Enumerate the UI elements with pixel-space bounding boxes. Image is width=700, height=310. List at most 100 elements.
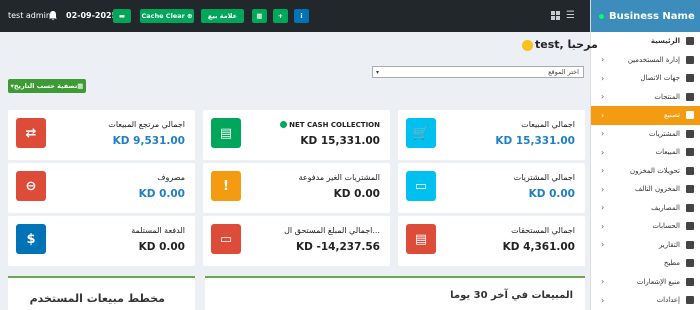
card-title-text: NET CASH COLLECTION	[289, 121, 380, 129]
envelope-icon	[686, 277, 694, 286]
date-display: 02-09-2025	[66, 11, 118, 20]
card-title: NET CASH COLLECTION	[279, 120, 380, 129]
sidebar-item-expenses[interactable]: › المصاريف	[591, 199, 700, 218]
sidebar-item-reports[interactable]: › التقارير	[591, 236, 700, 255]
user-name[interactable]: test admin	[8, 11, 51, 20]
greeting: test, مرحبا	[522, 38, 598, 51]
sidebar-item-stock-transfers[interactable]: › تحويلات المخزون	[591, 162, 700, 181]
chevron-icon: ›	[601, 184, 605, 194]
sidebar-item-label: جهات الاتصال	[640, 74, 680, 83]
cache-clear-label: Cache Clear	[141, 12, 185, 20]
menu-toggle-icon[interactable]: ☰	[566, 10, 575, 21]
sidebar-item-accounts[interactable]: › الحسابات	[591, 217, 700, 236]
card-title: اجمالي المشتريات	[513, 173, 575, 182]
user-sales-chart-panel: مخطط مبيعات المستخدم	[8, 276, 195, 310]
info-icon[interactable]: i	[294, 9, 309, 23]
sidebar-item-label: تصنيع	[664, 111, 680, 120]
download-icon	[686, 129, 694, 138]
chevron-icon: ›	[601, 129, 605, 139]
money-check-icon: ▭	[211, 224, 241, 254]
sidebar-item-label: إعدادات	[656, 296, 680, 305]
cubes-icon	[686, 92, 694, 101]
sidebar-item-settings[interactable]: › إعدادات	[591, 291, 700, 310]
receipt-icon: ▤	[211, 118, 241, 148]
card-unpaid-purchases: ! المشتريات الغير مدفوعة KD 0.00	[203, 163, 390, 213]
sales-last-30-panel: المبيعات في آخر 30 يوما	[205, 276, 585, 310]
card-value: KD -14,237.56	[296, 241, 380, 253]
cache-clear-button[interactable]: Cache Clear ⊕	[140, 9, 194, 23]
sidebar-item-users[interactable]: › إدارة المستخدمين	[591, 51, 700, 70]
card-title: اجمالي المستحقات	[511, 226, 575, 235]
sidebar-item-label: المصاريف	[651, 203, 680, 212]
sidebar-item-home[interactable]: الرئيسية	[591, 32, 700, 51]
chart-bar-icon	[686, 240, 694, 249]
card-payment-received: $ الدفعة المستلمة KD 0.00	[8, 216, 195, 266]
sidebar-item-label: منبع الإشعارات	[636, 277, 680, 286]
brand-name: Business Name	[609, 10, 695, 22]
card-title: المشتريات الغير مدفوعة	[298, 173, 380, 182]
card-total-purchases: ▭ اجمالي المشتريات KD 0.00	[398, 163, 585, 213]
chevron-icon: ›	[601, 295, 605, 305]
card-value: KD 15,331.00	[495, 135, 575, 147]
brand[interactable]: Business Name	[591, 0, 700, 32]
card-title: اجمالي المبلغ المستحق ال...	[284, 226, 380, 235]
sidebar-item-label: تحويلات المخزون	[629, 166, 680, 175]
sale-button[interactable]: علامة بيع	[201, 9, 244, 23]
date-filter-button[interactable]: ▾ تصفية حسب التاريخ ▦	[8, 79, 86, 93]
status-dot	[599, 13, 604, 19]
location-select-value: اختر الموقع	[548, 68, 579, 76]
sidebar-item-contacts[interactable]: › جهات الاتصال	[591, 69, 700, 88]
card-total-due: ▤ اجمالي المستحقات KD 4,361.00	[398, 216, 585, 266]
minus-circle-icon: ⊖	[16, 171, 46, 201]
caret-down-icon: ▾	[376, 68, 380, 76]
plus-icon[interactable]: +	[273, 9, 288, 23]
industry-icon	[686, 111, 694, 120]
card-net-cash: ▤ NET CASH COLLECTION KD 15,331.00	[203, 110, 390, 160]
cart-icon: 🛒	[406, 118, 436, 148]
money-bill-icon	[686, 222, 694, 231]
card-value: KD 15,331.00	[300, 135, 380, 147]
money-icon[interactable]: ▬	[113, 9, 131, 23]
bell-icon[interactable]	[48, 10, 58, 21]
minus-circle-icon	[686, 203, 694, 212]
sidebar-item-manufacturing[interactable]: › تصنيع	[591, 106, 700, 125]
chevron-icon: ›	[601, 92, 605, 102]
database-icon	[686, 185, 694, 194]
chevron-icon: ›	[601, 73, 605, 83]
card-value: KD 0.00	[138, 241, 185, 253]
top-bar: test admin 02-09-2025 ▬ Cache Clear ⊕ عل…	[0, 0, 590, 32]
sidebar-item-label: المخزون التالف	[635, 185, 680, 194]
sidebar-item-purchases[interactable]: › المشتريات	[591, 125, 700, 144]
sidebar-item-damaged-stock[interactable]: › المخزون التالف	[591, 180, 700, 199]
address-book-icon	[686, 74, 694, 83]
sidebar-item-label: إدارة المستخدمين	[627, 55, 680, 64]
sidebar-item-sales[interactable]: › المبيعات	[591, 143, 700, 162]
card-title: اجمالي مرتجع المبيعات	[108, 120, 185, 129]
card-value: KD 0.00	[138, 188, 185, 200]
greeting-text: test, مرحبا	[535, 38, 598, 51]
calculator-icon[interactable]: ▦	[252, 9, 267, 23]
chevron-icon: ›	[601, 221, 605, 231]
card-sales-return: ⇄ اجمالي مرتجع المبيعات KD 9,531.00	[8, 110, 195, 160]
sidebar: Business Name الرئيسية › إدارة المستخدمين…	[590, 0, 700, 310]
sidebar-item-products[interactable]: › المنتجات	[591, 88, 700, 107]
money-icon: ▭	[406, 171, 436, 201]
sidebar-item-notifications[interactable]: › منبع الإشعارات	[591, 273, 700, 292]
smile-emoji-icon	[522, 39, 533, 51]
exclamation-icon: !	[211, 171, 241, 201]
sidebar-item-label: المبيعات	[655, 148, 680, 157]
sidebar-item-label: الحسابات	[652, 222, 680, 231]
sale-label: علامة بيع	[207, 12, 238, 20]
fire-icon	[686, 259, 694, 268]
panel-title: مخطط مبيعات المستخدم	[29, 292, 165, 305]
dashboard-icon	[686, 37, 694, 46]
grid-icon[interactable]	[551, 11, 560, 20]
chevron-icon: ›	[601, 55, 605, 65]
info-circle-icon[interactable]	[279, 121, 287, 128]
users-icon	[686, 55, 694, 64]
sidebar-item-label: المنتجات	[654, 92, 680, 101]
chevron-icon: ›	[601, 147, 605, 157]
sidebar-item-kitchen[interactable]: مطبخ	[591, 254, 700, 273]
card-value: KD 4,361.00	[502, 241, 575, 253]
location-select[interactable]: ▾ اختر الموقع	[372, 66, 584, 78]
